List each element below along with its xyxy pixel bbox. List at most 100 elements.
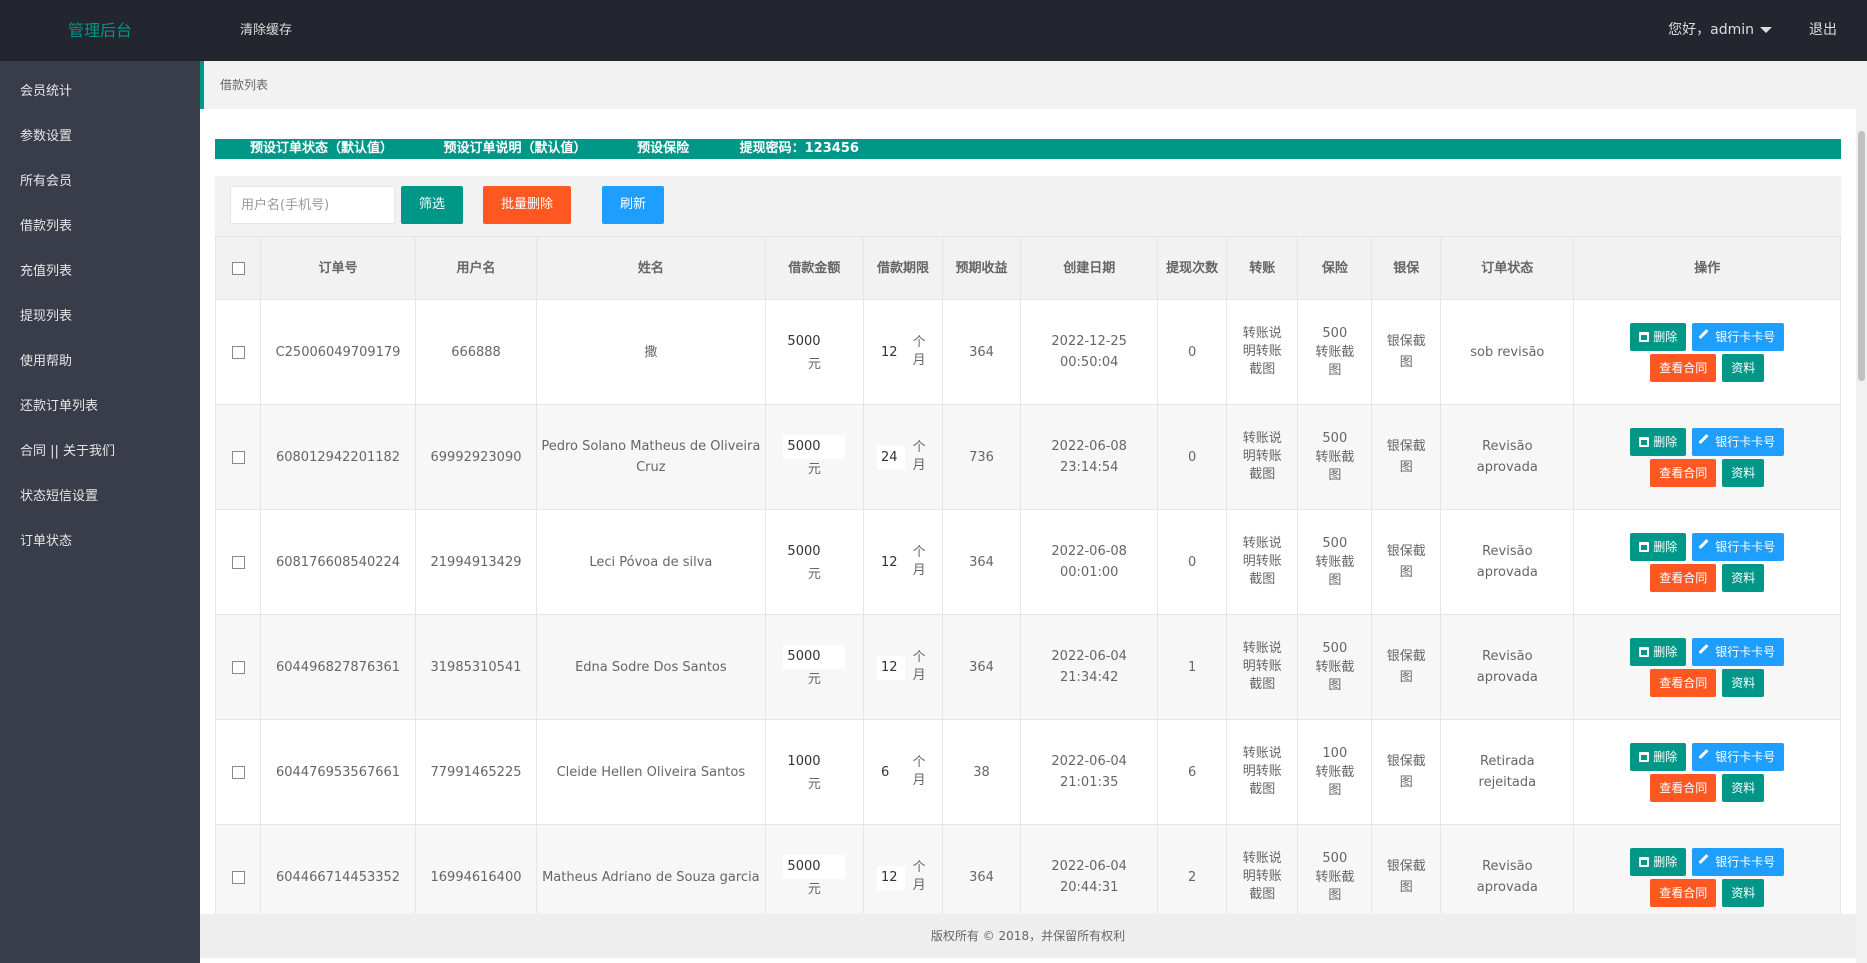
notice-default-status[interactable]: 预设订单状态（默认值）	[250, 141, 393, 156]
delete-button[interactable]: 删除	[1630, 322, 1687, 351]
delete-button[interactable]: 删除	[1630, 847, 1687, 876]
sidebar-item[interactable]: 合同 || 关于我们	[0, 429, 200, 474]
sidebar-item[interactable]: 会员统计	[0, 69, 200, 114]
transfer-info[interactable]: 转账说明转账截图	[1226, 299, 1299, 405]
info-button[interactable]: 资料	[1722, 458, 1765, 487]
info-button[interactable]: 资料	[1722, 353, 1765, 382]
delete-button[interactable]: 删除	[1630, 427, 1687, 456]
sidebar-item[interactable]: 订单状态	[0, 519, 200, 564]
row-select-cell[interactable]	[215, 614, 262, 720]
term-input[interactable]: 12	[876, 550, 905, 575]
bank-card-button[interactable]: 银行卡卡号	[1692, 742, 1785, 771]
amount-input[interactable]: 5000	[783, 539, 846, 564]
sidebar-item[interactable]: 提现列表	[0, 294, 200, 339]
view-contract-button[interactable]: 查看合同	[1650, 773, 1717, 802]
sidebar-item[interactable]: 状态短信设置	[0, 474, 200, 519]
transfer-info[interactable]: 转账说明转账截图	[1226, 509, 1299, 615]
view-contract-button[interactable]: 查看合同	[1650, 563, 1717, 592]
amount-input[interactable]: 5000	[783, 854, 846, 879]
notice-default-desc[interactable]: 预设订单说明（默认值）	[444, 141, 587, 156]
insurance-cell[interactable]: 500 转账截图	[1297, 404, 1373, 510]
row-checkbox[interactable]	[231, 345, 245, 359]
table-row: C25006049709179 666888 撒 5000 元 12 个月 364 2022-…	[215, 299, 1841, 405]
col-amount: 借款金额	[764, 236, 865, 300]
withdraw-count: 0	[1157, 509, 1228, 615]
bank-guarantee[interactable]: 银保截图	[1371, 509, 1442, 615]
bank-card-button[interactable]: 银行卡卡号	[1692, 637, 1785, 666]
insurance-screenshot: 转账截图	[1315, 660, 1355, 693]
clear-cache-link[interactable]: 清除缓存	[240, 0, 292, 61]
term-input[interactable]: 6	[876, 760, 905, 785]
sidebar-item[interactable]: 参数设置	[0, 114, 200, 159]
user-menu[interactable]: 您好，admin	[1668, 0, 1772, 61]
bank-card-button[interactable]: 银行卡卡号	[1692, 427, 1785, 456]
page-scrollbar[interactable]	[1856, 61, 1867, 963]
row-checkbox[interactable]	[231, 870, 245, 884]
view-contract-button[interactable]: 查看合同	[1650, 878, 1717, 907]
row-checkbox[interactable]	[231, 660, 245, 674]
term-input[interactable]: 12	[876, 655, 905, 680]
term-input[interactable]: 12	[876, 865, 905, 890]
insurance-cell[interactable]: 500 转账截图	[1297, 614, 1373, 720]
select-all-checkbox[interactable]	[231, 261, 245, 275]
bank-card-button[interactable]: 银行卡卡号	[1692, 532, 1785, 561]
col-actions: 操作	[1573, 236, 1841, 300]
term-input[interactable]: 24	[876, 445, 905, 470]
sidebar-item[interactable]: 借款列表	[0, 204, 200, 249]
scrollbar-thumb[interactable]	[1858, 131, 1865, 381]
notice-withdraw-password: 提现密码：123456	[739, 141, 859, 156]
insurance-cell[interactable]: 500 转账截图	[1297, 509, 1373, 615]
amount-cell: 5000 元	[764, 509, 865, 615]
row-checkbox[interactable]	[231, 555, 245, 569]
row-select-cell[interactable]	[215, 719, 262, 825]
select-all-cell[interactable]	[215, 236, 262, 300]
amount-input[interactable]: 5000	[783, 644, 846, 669]
bank-guarantee[interactable]: 银保截图	[1371, 719, 1442, 825]
bank-guarantee[interactable]: 银保截图	[1371, 614, 1442, 720]
info-button[interactable]: 资料	[1722, 878, 1765, 907]
row-checkbox[interactable]	[231, 765, 245, 779]
view-contract-button[interactable]: 查看合同	[1650, 458, 1717, 487]
bank-guarantee[interactable]: 银保截图	[1371, 404, 1442, 510]
insurance-cell[interactable]: 100 转账截图	[1297, 719, 1373, 825]
search-input[interactable]	[230, 186, 395, 224]
info-button[interactable]: 资料	[1722, 668, 1765, 697]
table-row: 608176608540224 21994913429 Leci Póvoa de …	[215, 509, 1841, 615]
amount-input[interactable]: 1000	[783, 749, 846, 774]
info-button[interactable]: 资料	[1722, 773, 1765, 802]
view-contract-button[interactable]: 查看合同	[1650, 353, 1717, 382]
delete-button[interactable]: 删除	[1630, 532, 1687, 561]
notice-default-insurance[interactable]: 预设保险	[637, 141, 689, 156]
transfer-info[interactable]: 转账说明转账截图	[1226, 719, 1299, 825]
bank-card-button[interactable]: 银行卡卡号	[1692, 847, 1785, 876]
insurance-cell[interactable]: 500 转账截图	[1297, 299, 1373, 405]
logout-link[interactable]: 退出	[1809, 0, 1837, 61]
col-created: 创建日期	[1020, 236, 1159, 300]
sidebar-item[interactable]: 所有会员	[0, 159, 200, 204]
info-button[interactable]: 资料	[1722, 563, 1765, 592]
sidebar-item[interactable]: 充值列表	[0, 249, 200, 294]
sidebar-item[interactable]: 还款订单列表	[0, 384, 200, 429]
row-checkbox[interactable]	[231, 450, 245, 464]
month-unit: 个月	[912, 650, 926, 683]
view-contract-button[interactable]: 查看合同	[1650, 668, 1717, 697]
amount-input[interactable]: 5000	[783, 434, 846, 459]
row-select-cell[interactable]	[215, 404, 262, 510]
edit-icon	[1698, 748, 1714, 764]
app-logo[interactable]: 管理后台	[0, 0, 200, 61]
bank-card-button[interactable]: 银行卡卡号	[1692, 322, 1785, 351]
batch-delete-button[interactable]: 批量删除	[483, 186, 572, 224]
row-select-cell[interactable]	[215, 299, 262, 405]
trash-icon	[1639, 436, 1650, 447]
delete-button[interactable]: 删除	[1630, 637, 1687, 666]
transfer-info[interactable]: 转账说明转账截图	[1226, 614, 1299, 720]
bank-guarantee[interactable]: 银保截图	[1371, 299, 1442, 405]
sidebar-item[interactable]: 使用帮助	[0, 339, 200, 384]
transfer-info[interactable]: 转账说明转账截图	[1226, 404, 1299, 510]
delete-button[interactable]: 删除	[1630, 742, 1687, 771]
refresh-button[interactable]: 刷新	[602, 186, 665, 224]
amount-input[interactable]: 5000	[783, 329, 846, 354]
row-select-cell[interactable]	[215, 509, 262, 615]
filter-button[interactable]: 筛选	[401, 186, 464, 224]
term-input[interactable]: 12	[876, 340, 905, 365]
